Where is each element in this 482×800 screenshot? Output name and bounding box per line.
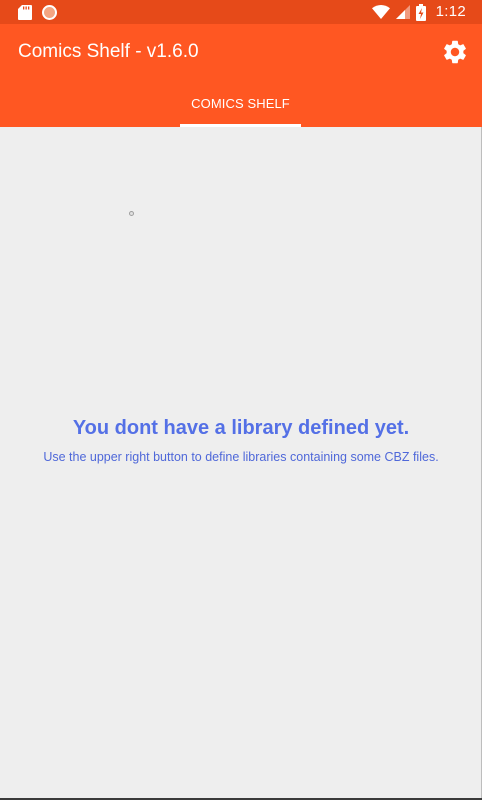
notification-icon [42,4,57,20]
tab-comics-shelf[interactable]: COMICS SHELF [180,80,301,127]
tab-label: COMICS SHELF [191,96,290,111]
empty-state-subtitle: Use the upper right button to define lib… [43,450,439,464]
signal-icon [395,5,410,19]
sd-card-icon [18,4,32,20]
status-time: 1:12 [435,3,466,20]
status-bar: 1:12 [0,0,482,24]
screen: 1:12 Comics Shelf - v1.6.0 COMICS SHELF … [0,0,482,800]
main-content: You dont have a library defined yet. Use… [0,127,482,800]
status-bar-right: 1:12 [371,3,466,21]
gear-icon [444,40,466,64]
app-bar: Comics Shelf - v1.6.0 COMICS SHELF [0,24,482,127]
settings-button[interactable] [438,35,472,69]
empty-state-title: You dont have a library defined yet. [72,417,410,439]
status-bar-left [18,4,57,20]
app-title: Comics Shelf - v1.6.0 [18,41,199,62]
wifi-icon [371,5,390,19]
loading-indicator-icon [129,211,134,216]
battery-charging-icon [415,3,426,21]
